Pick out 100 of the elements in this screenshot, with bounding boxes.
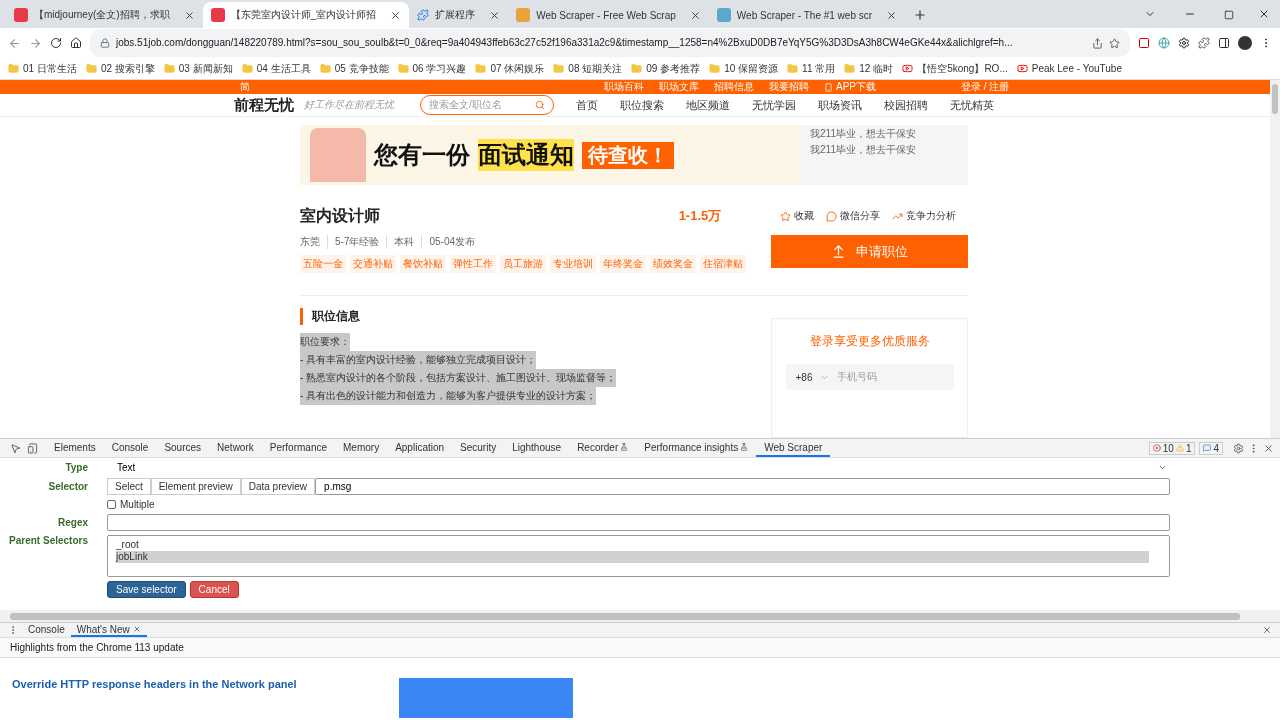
devtools-tab[interactable]: Performance insights [636,439,757,457]
home-icon[interactable] [70,37,82,49]
forward-icon[interactable] [29,36,42,50]
issue-counter[interactable]: 10 1 [1148,441,1196,455]
nav-link[interactable]: 职位搜索 [620,97,664,113]
bookmark-item[interactable]: 12 临时 [844,61,894,76]
browser-tab[interactable]: Web Scraper - Free Web Scrap [508,2,709,28]
scrollbar-thumb[interactable] [10,612,1240,620]
close-icon[interactable] [489,9,501,21]
close-icon[interactable] [1262,625,1272,635]
bookmark-item[interactable]: 08 短期关注 [553,61,623,76]
selector-input[interactable]: p.msg [315,478,1170,495]
devtools-tab[interactable]: Application [387,439,453,457]
maximize-icon[interactable] [1224,10,1234,20]
phone-field[interactable]: +86 手机号码 [785,364,954,390]
close-icon[interactable] [183,9,195,21]
devtools-tab[interactable]: Console [103,439,157,457]
extensions-icon[interactable] [1198,37,1210,49]
banner-text: 您有一份 [374,140,470,170]
message-counter[interactable]: 4 [1199,441,1223,455]
bookmark-item[interactable]: 【悟空5kong】RO... [902,61,1008,76]
nav-link[interactable]: 首页 [576,97,598,113]
bookmark-item[interactable]: 01 日常生活 [8,61,77,76]
browser-tab[interactable]: Web Scraper - The #1 web scr [708,2,906,28]
devtools-tab[interactable]: Security [452,439,505,457]
new-tab-icon[interactable] [913,8,928,22]
bookmark-item[interactable]: 04 生活工具 [241,61,311,76]
action-link[interactable]: 微信分享 [826,209,880,223]
article-link[interactable]: Override HTTP response headers in the Network panel [12,678,297,720]
cancel-button[interactable]: Cancel [189,581,239,598]
nav-link[interactable]: 校园招聘 [884,97,928,113]
close-icon[interactable] [886,9,898,21]
section-heading: 职位信息 [300,308,770,325]
share-icon[interactable] [1092,37,1103,49]
folder-icon [475,63,487,74]
devtools-tab[interactable]: Sources [156,439,210,457]
card-title: 登录享受更多优质服务 [809,333,930,350]
bookmark-item[interactable]: 02 搜索引擎 [85,61,155,76]
devtools-tab[interactable]: Recorder [569,439,637,457]
nav-link[interactable]: 地区频道 [686,97,730,113]
selector-button[interactable]: Element preview [150,478,241,495]
folder-icon [787,63,799,74]
bookmark-item[interactable]: 03 新闻新知 [163,61,233,76]
selector-button[interactable]: Select [107,478,151,495]
devtools-tab[interactable]: Elements [46,439,104,457]
devtools-tab[interactable]: Performance [261,439,335,457]
site-logo[interactable]: 前程无忧 [234,95,294,115]
nav-link[interactable]: 无忧学园 [752,97,796,113]
inspect-icon[interactable] [10,442,21,454]
benefit-tag: 弹性工作 [450,255,496,273]
action-link[interactable]: 竞争力分析 [892,209,956,223]
side-panel-icon[interactable] [1218,37,1230,49]
regex-input[interactable] [107,514,1170,531]
bookmark-item[interactable]: Peak Lee - YouTube [1016,63,1122,74]
reload-icon[interactable] [50,37,62,49]
list-option[interactable]: jobLink [116,551,1149,563]
browser-tab[interactable]: 扩展程序 [409,2,509,28]
bookmark-item[interactable]: 09 参考推荐 [631,61,701,76]
action-link[interactable]: 收藏 [780,209,814,223]
extension-icon[interactable] [1138,37,1150,49]
save-button[interactable]: Save selector [107,581,186,598]
bookmark-item[interactable]: 10 保留资源 [709,61,779,76]
side-text: 我211毕业，想去干保安 [810,127,917,141]
bookmark-item[interactable]: 06 学习兴趣 [397,61,467,76]
bookmark-item[interactable]: 11 常用 [787,61,836,76]
back-icon[interactable] [8,36,21,50]
error-icon [1152,444,1161,452]
parent-selector-list[interactable]: _root jobLink [107,535,1170,577]
nav-link[interactable]: 无忧精英 [950,97,994,113]
avatar[interactable] [1238,36,1252,50]
devtools-tab[interactable]: Network [209,439,262,457]
settings-icon[interactable] [1233,442,1244,454]
close-icon[interactable] [390,9,402,21]
bookmark-item[interactable]: 05 竞争技能 [319,61,389,76]
devtools-tab[interactable]: Memory [335,439,388,457]
nav-link[interactable]: 职场资讯 [818,97,862,113]
puzzle-icon [417,9,430,21]
browser-tab[interactable]: 【midjourney(全文)招聘，求职 [6,2,203,28]
selector-button[interactable]: Data preview [240,478,316,495]
scrollbar-thumb[interactable] [1272,84,1278,114]
close-icon[interactable] [132,625,141,633]
extension-icon[interactable] [1178,37,1190,49]
folder-icon [163,63,175,74]
list-option[interactable]: _root [116,539,1149,551]
checkbox[interactable] [107,500,116,509]
whats-new-subtitle: Highlights from the Chrome 113 update [0,638,1280,658]
close-icon[interactable] [1263,442,1274,454]
browser-tab[interactable]: 【东莞室内设计师_室内设计师招 [202,2,410,28]
bookmark-item[interactable]: 07 休闲娱乐 [475,61,545,76]
device-icon[interactable] [27,442,38,454]
close-icon[interactable] [689,9,701,21]
favicon-icon [14,8,28,22]
close-icon[interactable] [1258,8,1270,20]
type-select[interactable]: Text [107,460,1170,474]
devtools-tab[interactable]: Lighthouse [504,439,570,457]
drawer-tab[interactable]: Console [22,623,71,637]
address-bar[interactable]: jobs.51job.com/dongguan/148220789.html?s=sou_sou_soulb&t=0_0&req=9a404943ffeb63c27c52f196a331a2c9&timestamp__1258=n4%2BxuD0DB7eYqY5G%3D3DsA3h8CW4eGKe44x&alichlgref=h... [90,29,1130,57]
slogan: 好工作尽在前程无忧 [304,98,394,112]
ad-banner[interactable]: 您有一份 面试通知 待查收！ [300,125,800,185]
bookmark-star-icon[interactable] [1109,37,1120,49]
